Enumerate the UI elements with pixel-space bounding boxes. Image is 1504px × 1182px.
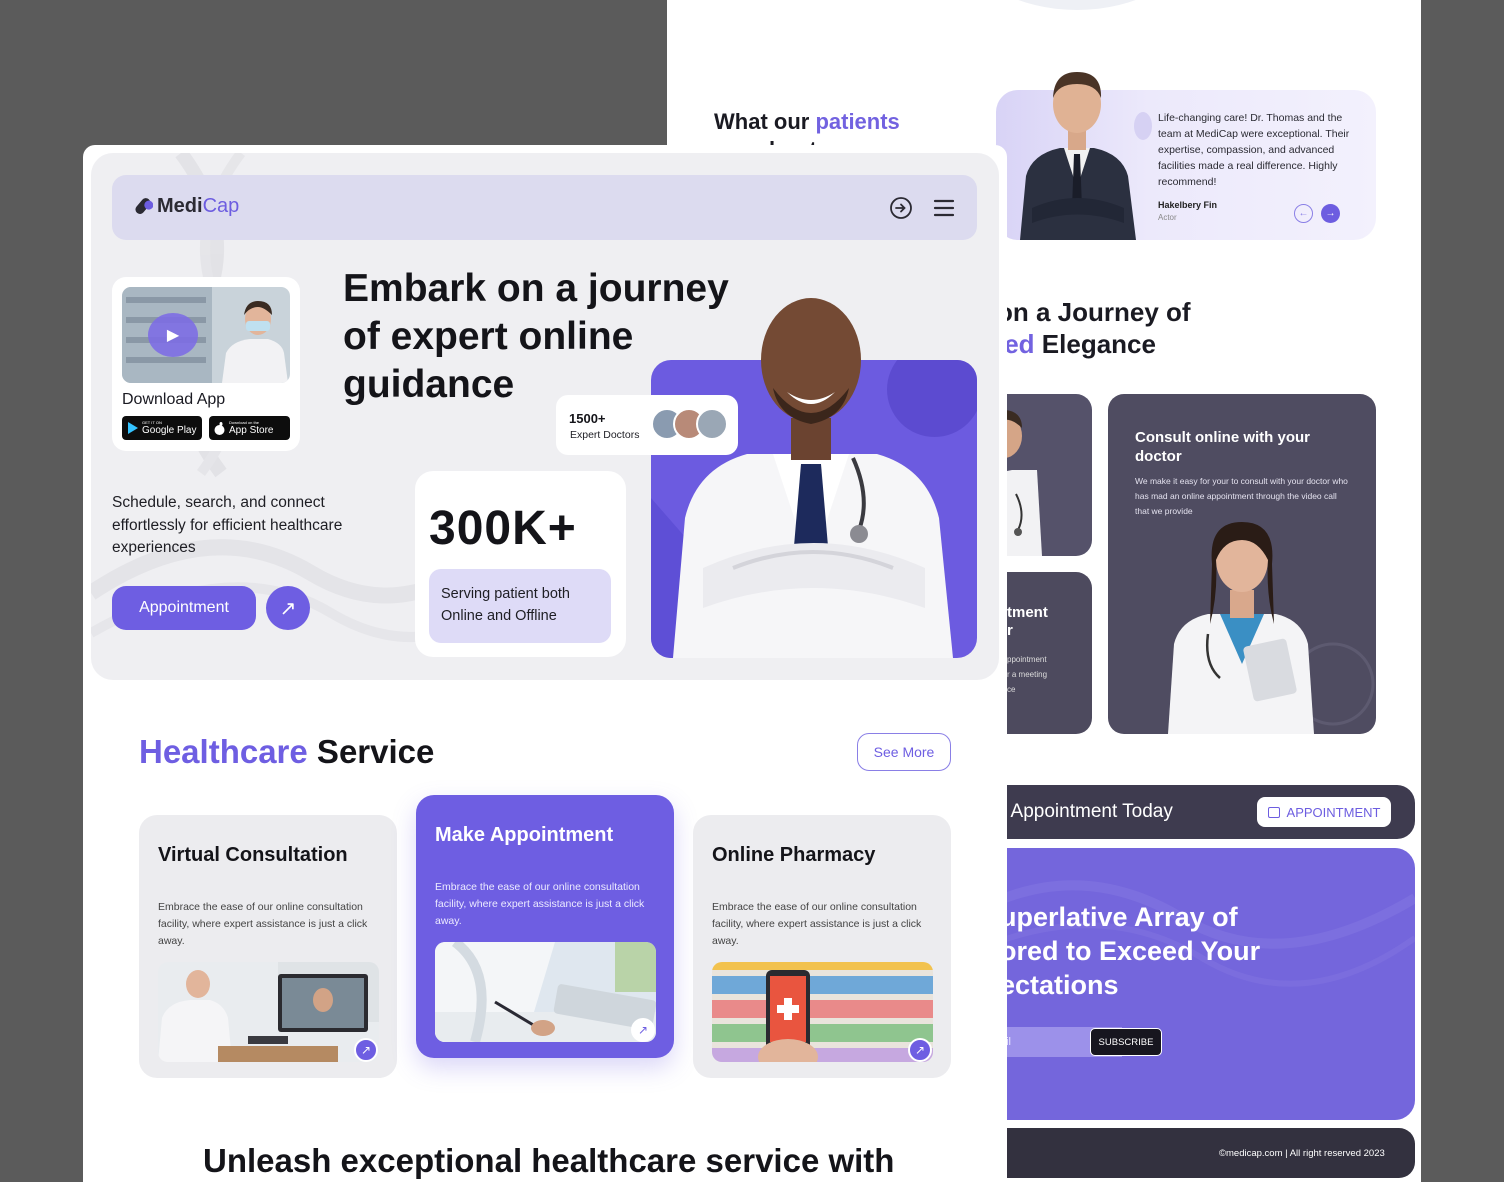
service-image	[712, 962, 933, 1062]
testimonial-section-title: What our patients say about us	[714, 109, 900, 148]
experts-label: Expert Doctors	[570, 429, 640, 441]
download-app-title: Download App	[122, 391, 226, 408]
service-title: Make Appointment	[435, 824, 614, 846]
section-title: Unleash exceptional healthcare service w…	[203, 1142, 895, 1179]
feature-card-2-title: tment r	[1007, 604, 1048, 639]
decorative-circle	[967, 0, 1187, 10]
patients-count: 300K+	[429, 502, 577, 555]
play-video-button[interactable]: ▶	[148, 313, 198, 357]
service-image	[158, 962, 379, 1062]
promo-title: uperlative Array of ored to Exceed Your …	[1000, 902, 1261, 1000]
appointment-button[interactable]: APPOINTMENT	[1257, 797, 1391, 827]
service-arrow-button[interactable]: ↗	[908, 1038, 932, 1062]
hamburger-menu-icon[interactable]	[933, 198, 955, 218]
subscribe-button[interactable]: SUBSCRIBE	[1090, 1028, 1162, 1056]
appointment-bar-text: r Appointment Today	[1000, 801, 1173, 822]
service-image	[435, 942, 656, 1042]
service-description: Embrace the ease of our online consultat…	[435, 881, 645, 927]
patients-label: Serving patient both Online and Offline	[429, 569, 611, 643]
testimonial-photo	[1020, 72, 1136, 240]
arrow-up-right-icon: ↗	[279, 597, 297, 620]
testimonial-next-button[interactable]: →	[1321, 204, 1340, 223]
hero-doctor-photo	[673, 298, 953, 658]
quote-icon	[1134, 112, 1152, 140]
hero-description: Schedule, search, and connect effortless…	[112, 494, 343, 556]
google-play-icon	[128, 422, 138, 434]
experts-count: 1500+	[569, 411, 606, 426]
service-title: Virtual Consultation	[158, 844, 348, 866]
google-play-button[interactable]: GET IT ON Google Play	[122, 416, 202, 440]
pill-logo-icon	[135, 198, 153, 214]
see-more-button[interactable]: See More	[857, 733, 951, 771]
testimonial-role: Actor	[1158, 213, 1177, 222]
play-icon: ▶	[166, 327, 180, 344]
appointment-cta-button[interactable]: Appointment	[112, 586, 256, 630]
calendar-icon	[1267, 806, 1280, 818]
testimonial-name: Hakelbery Fin	[1158, 200, 1218, 210]
journey-title: on a Journey of led Elegance	[997, 297, 1191, 359]
apple-icon	[214, 421, 225, 435]
brand-logo[interactable]: MediCap	[157, 195, 239, 218]
app-store-button[interactable]: Download on the App Store	[209, 416, 290, 440]
service-title: Online Pharmacy	[712, 844, 876, 866]
front-page: MediCap ▶ Download App GET IT ON Google P…	[83, 145, 1007, 1182]
service-description: Embrace the ease of our online consultat…	[712, 901, 922, 947]
login-icon[interactable]	[889, 196, 913, 220]
services-title: Healthcare Service	[139, 733, 435, 770]
feature-card-2-text: ppointment r a meeting ce	[1007, 655, 1048, 694]
footer-copyright: ©medicap.com | All right reserved 2023	[1219, 1148, 1385, 1159]
service-arrow-button[interactable]: ↗	[631, 1018, 655, 1042]
service-description: Embrace the ease of our online consultat…	[158, 901, 368, 947]
service-arrow-button[interactable]: ↗	[354, 1038, 378, 1062]
avatar	[696, 408, 728, 440]
testimonial-quote: Life-changing care! Dr. Thomas and the t…	[1158, 112, 1350, 188]
arrow-up-right-button[interactable]: ↗	[266, 586, 310, 630]
top-navbar	[112, 175, 977, 240]
feature-card-consult-text: We make it easy for your to consult with…	[1135, 476, 1348, 516]
testimonial-prev-button[interactable]: ←	[1294, 204, 1313, 223]
feature-card-consult-title: Consult online with your doctor	[1135, 429, 1310, 465]
